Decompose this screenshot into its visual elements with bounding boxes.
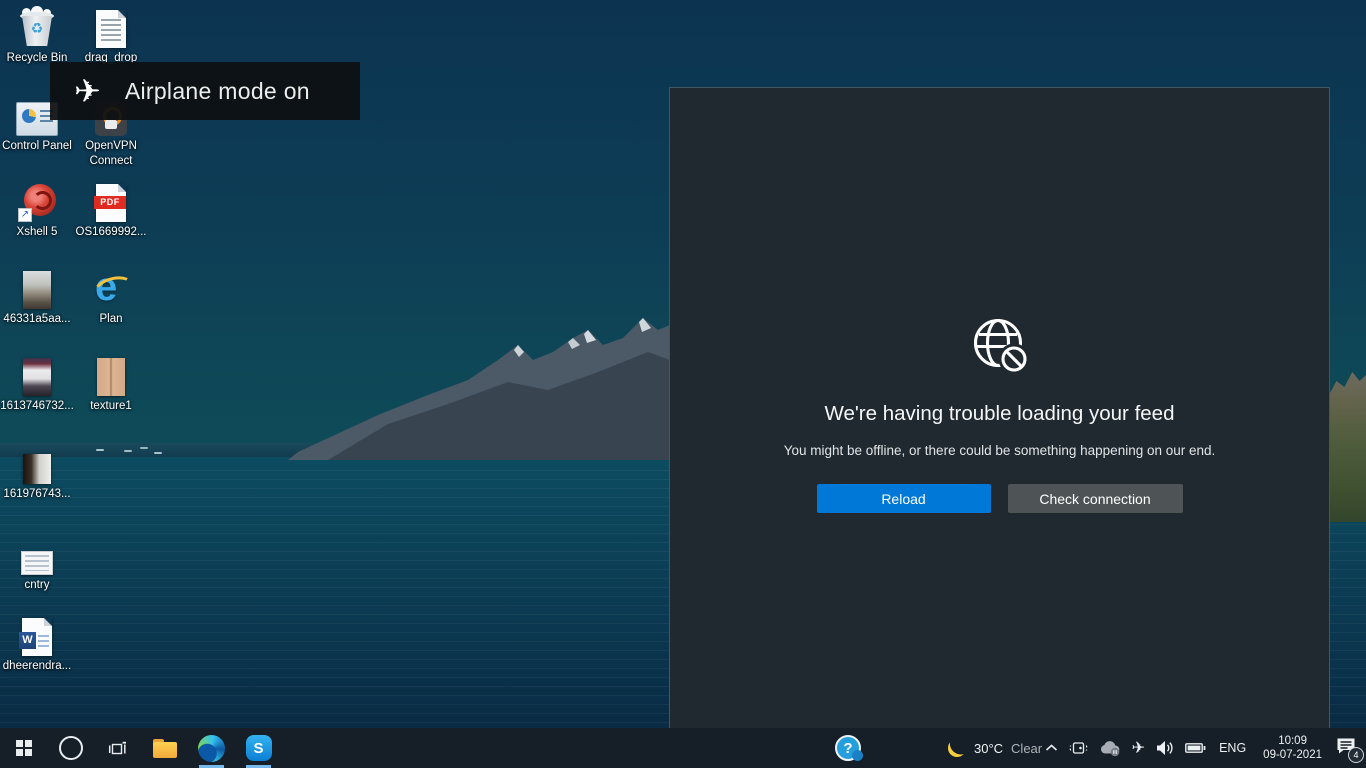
desktop-icon-drag-drop[interactable]: drag_drop <box>74 4 148 66</box>
airplane-mode-banner-label: Airplane mode on <box>125 78 310 105</box>
desktop-icon-xshell[interactable]: ↗ Xshell 5 <box>0 178 74 240</box>
cortana-circle-icon <box>59 736 83 760</box>
weather-temperature: 30°C <box>974 741 1003 756</box>
desktop-icon-texture1[interactable]: texture1 <box>74 352 148 414</box>
action-center-button[interactable]: 4 <box>1336 737 1360 759</box>
check-connection-button[interactable]: Check connection <box>1008 484 1183 513</box>
clock-time: 10:09 <box>1263 734 1322 748</box>
desktop-icon-label: 46331a5aa... <box>0 312 74 327</box>
wallpaper-wave-marks <box>96 449 104 451</box>
tray-expand-button[interactable] <box>1045 744 1058 752</box>
desktop-icon-label: Plan <box>74 312 148 327</box>
weather-widget[interactable]: 30°C Clear <box>948 728 1042 768</box>
notification-count-badge: 4 <box>1348 747 1364 763</box>
news-feed-panel: We're having trouble loading your feed Y… <box>669 87 1330 768</box>
airplane-icon: ✈ <box>1132 738 1145 758</box>
speaker-icon <box>1155 740 1175 756</box>
desktop-icon-image-1613746732[interactable]: 1613746732... <box>0 352 74 414</box>
clock-date: 09-07-2021 <box>1263 748 1322 762</box>
internet-explorer-icon: e <box>91 269 131 309</box>
moon-icon <box>948 739 966 757</box>
volume-tray-button[interactable] <box>1155 740 1175 756</box>
desktop-icon-label: texture1 <box>74 399 148 414</box>
desktop-icon-label: 1613746732... <box>0 399 74 414</box>
desktop-icon-plan[interactable]: e Plan <box>74 265 148 327</box>
wallpaper-right-hillside <box>1330 372 1366 522</box>
desktop-icon-label: dheerendra... <box>0 659 74 674</box>
desktop-icon-label: cntry <box>0 578 74 593</box>
airplane-mode-banner: ✈ Airplane mode on <box>50 62 360 120</box>
desktop-icon-dheerendra[interactable]: W dheerendra... <box>0 612 74 674</box>
desktop-icon-label: OpenVPN Connect <box>74 139 148 169</box>
desktop-icon-label: Xshell 5 <box>0 225 74 240</box>
onedrive-tray-button[interactable] <box>1099 740 1122 757</box>
pdf-file-icon: PDF <box>96 184 126 222</box>
desktop-icon-image-46331a5aa[interactable]: 46331a5aa... <box>0 265 74 327</box>
text-file-icon <box>96 10 126 48</box>
desktop-icon-pdf-file[interactable]: PDF OS1669992... <box>74 178 148 240</box>
file-explorer-button[interactable] <box>141 728 188 768</box>
help-badge-dot <box>852 750 863 761</box>
start-button[interactable] <box>0 728 47 768</box>
desktop-icon-image-161976743[interactable]: 161976743... <box>0 440 74 502</box>
weather-condition: Clear <box>1011 741 1042 756</box>
feed-error-title: We're having trouble loading your feed <box>825 402 1175 426</box>
battery-icon <box>1185 742 1206 754</box>
language-indicator[interactable]: ENG <box>1216 741 1249 755</box>
shortcut-arrow-icon: ↗ <box>18 208 32 222</box>
task-view-icon <box>108 741 127 756</box>
reload-button[interactable]: Reload <box>817 484 991 513</box>
desktop-icon-recycle-bin[interactable]: ♻ Recycle Bin <box>0 4 74 66</box>
windows-logo-icon <box>16 740 32 756</box>
screen-rotation-icon <box>1068 740 1089 756</box>
airplane-mode-tray-button[interactable]: ✈ <box>1132 738 1145 758</box>
wallpaper-mountains <box>268 312 670 465</box>
image-thumbnail-icon <box>23 454 51 484</box>
image-thumbnail-icon <box>23 271 51 309</box>
image-thumbnail-icon <box>97 358 125 396</box>
recycle-bin-icon: ♻ <box>17 6 57 48</box>
xshell-icon: ↗ <box>18 184 56 222</box>
system-tray: ✈ ENG 10:09 09-07-2021 <box>1045 728 1360 768</box>
skype-button[interactable]: S <box>235 728 282 768</box>
desktop-icon-label: 161976743... <box>0 487 74 502</box>
cloud-paused-icon <box>1099 740 1122 757</box>
desktop-icon-label: Control Panel <box>0 139 74 154</box>
skype-icon: S <box>246 735 272 761</box>
feed-error-subtitle: You might be offline, or there could be … <box>784 443 1216 458</box>
spreadsheet-icon <box>21 551 53 575</box>
desktop-icon-cntry[interactable]: cntry <box>0 531 74 593</box>
edge-icon <box>198 735 225 762</box>
edge-button[interactable] <box>188 728 235 768</box>
image-thumbnail-icon <box>23 358 51 396</box>
taskbar: S ? 30°C Clear <box>0 728 1366 768</box>
desktop-icon-label: OS1669992... <box>74 225 148 240</box>
cortana-search-button[interactable] <box>47 728 94 768</box>
desktop: ♻ Recycle Bin drag_drop Control Panel Op… <box>0 0 1366 768</box>
clock[interactable]: 10:09 09-07-2021 <box>1259 734 1326 763</box>
globe-offline-icon <box>967 314 1033 380</box>
get-help-button[interactable]: ? <box>835 735 861 761</box>
battery-tray-button[interactable] <box>1185 742 1206 754</box>
screen-rotation-tray-button[interactable] <box>1068 740 1089 756</box>
word-file-icon: W <box>22 618 52 656</box>
chevron-up-icon <box>1045 744 1058 752</box>
airplane-icon: ✈ <box>74 72 101 110</box>
task-view-button[interactable] <box>94 728 141 768</box>
folder-icon <box>153 739 177 758</box>
